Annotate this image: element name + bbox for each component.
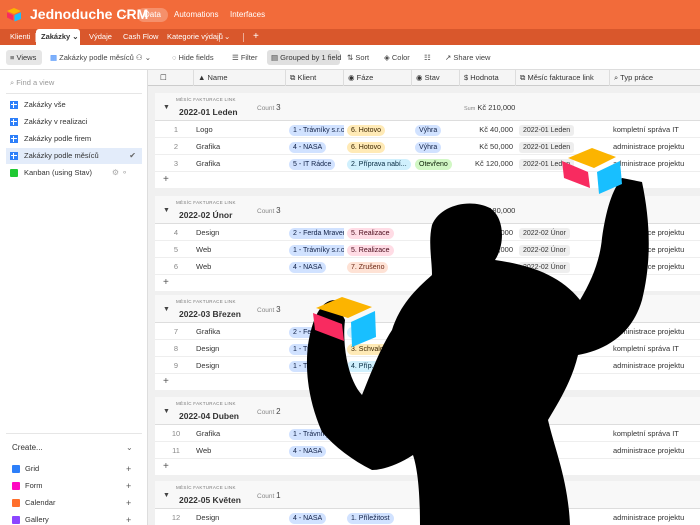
app-window: Jednoduche CRM ⌄ Data Automations Interf… [0, 0, 700, 525]
airtable-logo-icon [562, 148, 622, 194]
athlete-silhouette [306, 148, 649, 525]
